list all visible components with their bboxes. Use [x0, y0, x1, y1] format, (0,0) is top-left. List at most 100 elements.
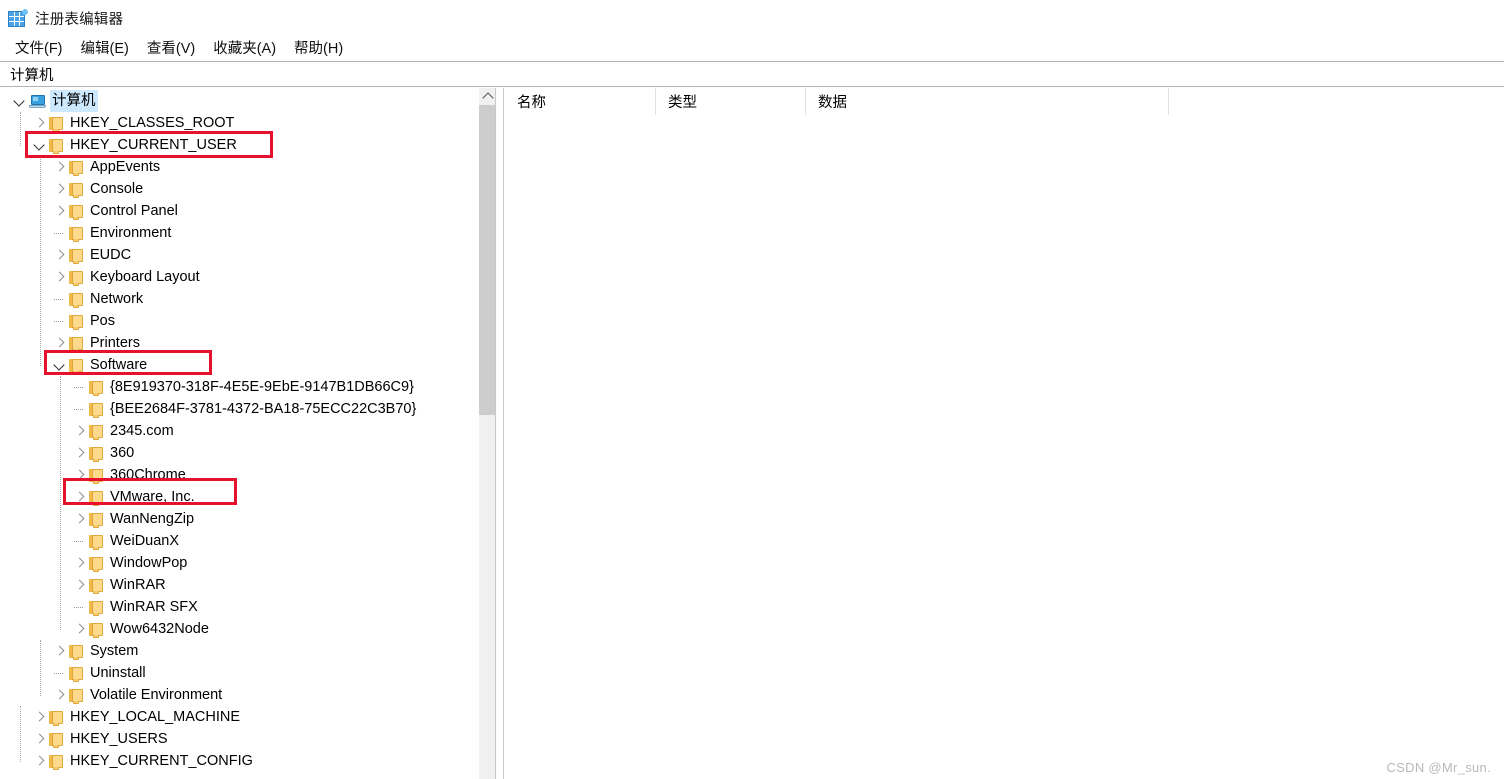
chevron-down-icon[interactable] — [32, 137, 48, 153]
chevron-right-icon[interactable] — [72, 577, 88, 593]
chevron-right-icon[interactable] — [52, 159, 68, 175]
chevron-down-icon[interactable] — [52, 357, 68, 373]
chevron-right-icon[interactable] — [52, 687, 68, 703]
tree-item-2345-com[interactable]: 2345.com — [0, 420, 478, 442]
folder-icon — [69, 688, 83, 704]
tree-item-label: HKEY_CLASSES_ROOT — [70, 115, 235, 131]
tree-item-weiduanx[interactable]: WeiDuanX — [0, 530, 478, 552]
chevron-right-icon[interactable] — [72, 445, 88, 461]
pane-splitter[interactable] — [495, 88, 504, 779]
chevron-right-icon[interactable] — [52, 203, 68, 219]
tree-item-label: Console — [90, 181, 144, 197]
chevron-right-icon[interactable] — [72, 489, 88, 505]
tree-item-winrar-sfx[interactable]: WinRAR SFX — [0, 596, 478, 618]
address-bar[interactable]: 计算机 — [0, 61, 1504, 87]
tree-item-keyboard-layout[interactable]: Keyboard Layout — [0, 266, 478, 288]
tree-item-control-panel[interactable]: Control Panel — [0, 200, 478, 222]
menu-edit[interactable]: 编辑(E) — [75, 36, 135, 60]
tree-item-[interactable]: 计算机 — [0, 90, 478, 112]
chevron-right-icon[interactable] — [72, 511, 88, 527]
tree-item-label: Wow6432Node — [110, 621, 209, 637]
tree-item-bee2684f-3781-4372-ba18-75ecc22c3b70[interactable]: {BEE2684F-3781-4372-BA18-75ECC22C3B70} — [0, 398, 478, 420]
folder-icon — [89, 490, 103, 506]
tree-item-volatile-environment[interactable]: Volatile Environment — [0, 684, 478, 706]
folder-icon — [89, 622, 103, 638]
column-header-type[interactable]: 类型 — [655, 88, 805, 115]
tree-item-hkey-local-machine[interactable]: HKEY_LOCAL_MACHINE — [0, 706, 478, 728]
tree-item-hkey-classes-root[interactable]: HKEY_CLASSES_ROOT — [0, 112, 478, 134]
chevron-right-icon[interactable] — [32, 731, 48, 747]
tree-item-label: 360 — [110, 445, 135, 461]
tree-item-label: Environment — [90, 225, 172, 241]
chevron-right-icon[interactable] — [52, 247, 68, 263]
list-column-headers: 名称 类型 数据 — [505, 88, 1505, 115]
tree-item-label: HKEY_USERS — [70, 731, 168, 747]
registry-editor-window: 注册表编辑器 文件(F) 编辑(E) 查看(V) 收藏夹(A) 帮助(H) 计算… — [0, 0, 1505, 779]
tree-guide-line — [20, 112, 21, 146]
tree-item-uninstall[interactable]: Uninstall — [0, 662, 478, 684]
chevron-right-icon[interactable] — [32, 753, 48, 769]
tree-item-label: WinRAR — [110, 577, 166, 593]
folder-icon — [89, 468, 103, 484]
folder-icon — [89, 556, 103, 572]
folder-icon — [69, 292, 83, 308]
chevron-right-icon[interactable] — [52, 643, 68, 659]
menu-file[interactable]: 文件(F) — [9, 36, 69, 60]
tree-item-network[interactable]: Network — [0, 288, 478, 310]
chevron-right-icon[interactable] — [52, 335, 68, 351]
menu-view[interactable]: 查看(V) — [141, 36, 201, 60]
tree-item-software[interactable]: Software — [0, 354, 478, 376]
folder-icon — [49, 732, 63, 748]
scrollbar-thumb[interactable] — [479, 105, 496, 415]
chevron-right-icon[interactable] — [72, 467, 88, 483]
tree-item-label: WeiDuanX — [110, 533, 180, 549]
tree-item-system[interactable]: System — [0, 640, 478, 662]
tree-item-label: VMware, Inc. — [110, 489, 195, 505]
chevron-up-icon[interactable] — [479, 88, 496, 105]
tree-item-environment[interactable]: Environment — [0, 222, 478, 244]
menu-help[interactable]: 帮助(H) — [288, 36, 349, 60]
tree-leaf-connector — [52, 291, 68, 307]
tree-item-appevents[interactable]: AppEvents — [0, 156, 478, 178]
registry-values-list[interactable] — [505, 115, 1505, 779]
tree-item-eudc[interactable]: EUDC — [0, 244, 478, 266]
tree-guide-line — [20, 706, 21, 762]
tree-item-hkey-current-config[interactable]: HKEY_CURRENT_CONFIG — [0, 750, 478, 772]
tree-item-8e919370-318f-4e5e-9ebe-9147b1db66c9[interactable]: {8E919370-318F-4E5E-9EbE-9147B1DB66C9} — [0, 376, 478, 398]
tree-item-wow6432node[interactable]: Wow6432Node — [0, 618, 478, 640]
chevron-right-icon[interactable] — [32, 709, 48, 725]
folder-icon — [89, 380, 103, 396]
chevron-right-icon[interactable] — [72, 555, 88, 571]
tree-item-360chrome[interactable]: 360Chrome — [0, 464, 478, 486]
chevron-right-icon[interactable] — [72, 621, 88, 637]
tree-item-console[interactable]: Console — [0, 178, 478, 200]
tree-item-360[interactable]: 360 — [0, 442, 478, 464]
tree-item-pos[interactable]: Pos — [0, 310, 478, 332]
chevron-right-icon[interactable] — [32, 115, 48, 131]
column-header-name[interactable]: 名称 — [505, 88, 655, 115]
chevron-right-icon[interactable] — [52, 181, 68, 197]
column-header-filler — [1168, 88, 1505, 115]
tree-item-vmware-inc[interactable]: VMware, Inc. — [0, 486, 478, 508]
tree-item-winrar[interactable]: WinRAR — [0, 574, 478, 596]
menu-bar: 文件(F) 编辑(E) 查看(V) 收藏夹(A) 帮助(H) — [0, 36, 1505, 60]
folder-icon — [89, 402, 103, 418]
title-bar: 注册表编辑器 — [0, 0, 1505, 36]
registry-tree-pane: 计算机 HKEY_CLASSES_ROOT HKEY_CURRENT_USER App… — [0, 88, 478, 779]
tree-item-label: Software — [90, 357, 148, 373]
tree-guide-line — [40, 156, 41, 366]
tree-item-printers[interactable]: Printers — [0, 332, 478, 354]
chevron-right-icon[interactable] — [52, 269, 68, 285]
chevron-right-icon[interactable] — [72, 423, 88, 439]
folder-icon — [49, 116, 63, 132]
folder-icon — [69, 358, 83, 374]
chevron-down-icon[interactable] — [12, 93, 28, 109]
tree-vertical-scrollbar[interactable] — [478, 88, 496, 779]
tree-item-windowpop[interactable]: WindowPop — [0, 552, 478, 574]
tree-item-hkey-users[interactable]: HKEY_USERS — [0, 728, 478, 750]
tree-item-hkey-current-user[interactable]: HKEY_CURRENT_USER — [0, 134, 478, 156]
tree-item-wannengzip[interactable]: WanNengZip — [0, 508, 478, 530]
regedit-icon — [8, 8, 28, 28]
menu-favorites[interactable]: 收藏夹(A) — [207, 36, 282, 60]
column-header-data[interactable]: 数据 — [805, 88, 1168, 115]
